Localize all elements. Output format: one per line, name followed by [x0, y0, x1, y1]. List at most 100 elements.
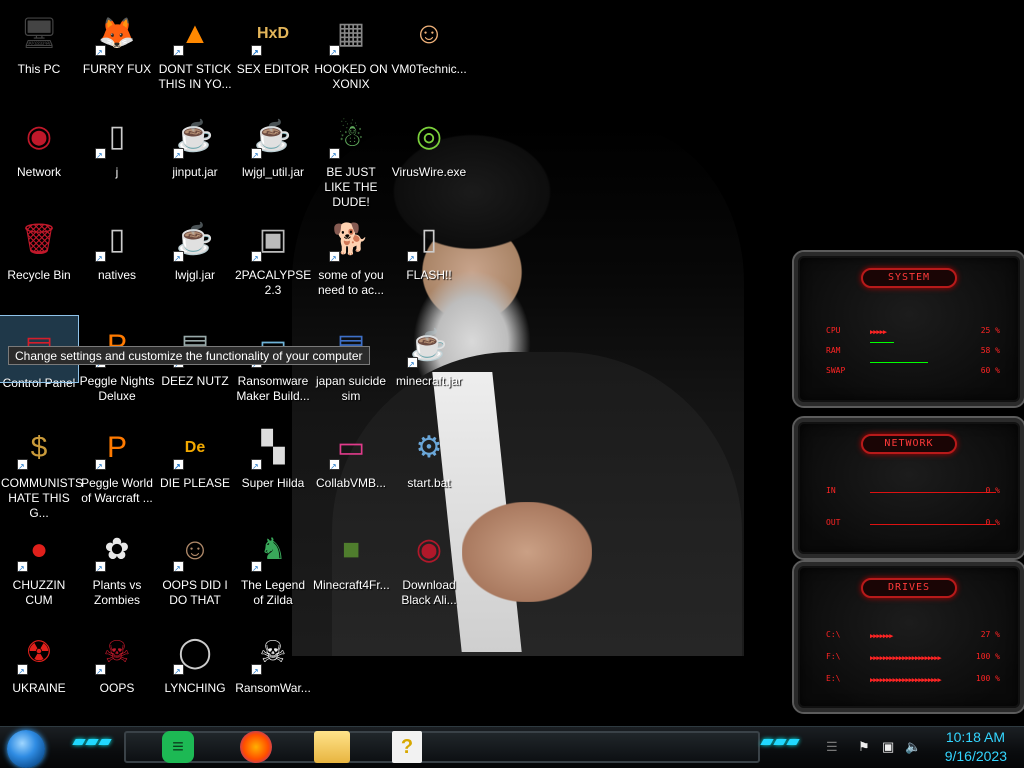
- skull-monitor-icon: ☠: [93, 629, 141, 677]
- drive-e-value: 100 %: [975, 674, 1000, 683]
- desktop-icon-natives[interactable]: ▯ natives: [78, 208, 156, 283]
- desktop-icon-label: Recycle Bin: [7, 268, 71, 282]
- desktop-icon-label: Control Panel: [2, 376, 76, 390]
- net-in-value: 0 %: [985, 486, 1000, 495]
- desktop-icon-label: VM0Technic...: [391, 62, 467, 76]
- desktop-icon-hooked-on-xonix[interactable]: ▦ HOOKED ON XONIX: [312, 2, 390, 92]
- desktop-icon-communists-hate-this-g[interactable]: $COMMUNISTS HATE THIS G...: [0, 416, 83, 521]
- desktop-icon-this-pc[interactable]: 🖥 This PC: [0, 2, 78, 77]
- desktop-icon-label: CHUZZIN CUM: [12, 578, 66, 607]
- desktop-icon-label: jinput.jar: [172, 165, 218, 179]
- desktop-icon-ransomwar[interactable]: ☠ RansomWar...: [234, 621, 312, 696]
- desktop-icon-label: DONT STICK THIS IN YO...: [158, 62, 232, 91]
- desktop-icon-lwjgl-jar[interactable]: ☕ lwjgl.jar: [156, 208, 234, 283]
- desktop-icon-sex-editor[interactable]: HxD SEX EDITOR: [234, 2, 312, 77]
- desktop-icon-label: FURRY FUX: [82, 62, 152, 76]
- clock-time[interactable]: 10:18 AM: [946, 729, 1005, 745]
- desktop-icon-label: FLASH!!: [406, 268, 452, 282]
- pixel-game-icon: ▚: [249, 424, 297, 472]
- desktop-icon-vm0technic[interactable]: ☺ VM0Technic...: [390, 2, 468, 77]
- desktop-icon-2pacalypse-2-3[interactable]: ▣ 2PACALYPSE 2.3: [234, 208, 312, 298]
- desktop-icon-minecraft-jar[interactable]: ☕ minecraft.jar: [390, 314, 468, 389]
- start-button[interactable]: [7, 730, 45, 768]
- show-hidden-icons[interactable]: ☰: [826, 739, 838, 755]
- recycle-bin-icon: 🗑: [19, 223, 59, 256]
- drives-panel: DRIVES C:\ ▶▶▶▶▶▶▶ 27 % F:\ ▶▶▶▶▶▶▶▶▶▶▶▶…: [792, 560, 1024, 714]
- desktop-icon-super-hilda[interactable]: ▚ Super Hilda: [234, 416, 312, 491]
- desktop-icon-j[interactable]: ▯j: [78, 105, 156, 180]
- desktop-icon-plants-vs-zombies[interactable]: ✿ Plants vs Zombies: [78, 518, 156, 608]
- desktop-icon-label: VirusWire.exe: [391, 165, 467, 179]
- taskbar-decoration-left: [72, 739, 112, 747]
- portrait-icon: ☺: [171, 526, 219, 574]
- desktop-icon-the-legend-of-zilda[interactable]: ♞ The Legend of Zilda: [234, 518, 312, 608]
- desktop-icon-be-just-like-the-dude[interactable]: ☃BE JUST LIKE THE DUDE!: [312, 105, 390, 210]
- desktop-icon-start-bat[interactable]: ⚙ start.bat: [390, 416, 468, 491]
- desktop-icon-collabvmb[interactable]: ▭ CollabVMB...: [312, 416, 390, 491]
- desktop-icon-label: j: [115, 165, 119, 179]
- desktop-icon-download-black-ali[interactable]: ◉ Download Black Ali...: [390, 518, 468, 608]
- desktop-icon-chuzzin-cum[interactable]: ● CHUZZIN CUM: [0, 518, 78, 608]
- desktop-icon-some-of-you-need-to-ac[interactable]: 🐕 some of you need to ac...: [312, 208, 390, 298]
- desktop-icon-network[interactable]: ◉ Network: [0, 105, 78, 180]
- alienware-icon: ◉: [415, 533, 443, 566]
- system-panel-title: SYSTEM: [861, 268, 957, 288]
- desktop-icon-label: Ransomware Maker Build...: [236, 374, 310, 403]
- desktop-icon-peggle-world-of-warcraft[interactable]: P Peggle World of Warcraft ...: [78, 416, 156, 506]
- firefox-icon[interactable]: [240, 731, 272, 763]
- desktop-icon-flash[interactable]: ▯ FLASH!!: [390, 208, 468, 283]
- drive-f-bar: ▶▶▶▶▶▶▶▶▶▶▶▶▶▶▶▶▶▶▶▶▶▶: [870, 654, 942, 662]
- desktop-icon-label: OOPS: [99, 681, 135, 695]
- desktop-icon-label: Peggle Nights Deluxe: [79, 374, 155, 403]
- file-icon: ▯: [405, 216, 453, 264]
- desktop-icon-dont-stick-this-in-yo[interactable]: ▲ DONT STICK THIS IN YO...: [156, 2, 234, 92]
- java-icon: ☕: [171, 216, 219, 264]
- rope-icon: ◯: [171, 629, 219, 677]
- desktop-icon-die-please[interactable]: De DIE PLEASE: [156, 416, 234, 491]
- desktop-icon-minecraft4fr[interactable]: ■ Minecraft4Fr...: [312, 518, 390, 593]
- desktop-icon-lwjgl-util-jar[interactable]: ☕ lwjgl_util.jar: [234, 105, 312, 180]
- drive-f-value: 100 %: [975, 652, 1000, 661]
- file-explorer-icon[interactable]: [314, 731, 350, 763]
- desktop-icon-label: SEX EDITOR: [236, 62, 310, 76]
- clock-date[interactable]: 9/16/2023: [945, 748, 1007, 764]
- drive-f-row: F:\ ▶▶▶▶▶▶▶▶▶▶▶▶▶▶▶▶▶▶▶▶▶▶ 100 %: [826, 652, 1000, 664]
- desktop-icon-oops-did-i-do-that[interactable]: ☺ OOPS DID I DO THAT: [156, 518, 234, 608]
- elf-icon: ☃: [327, 113, 375, 161]
- peggle-icon: P: [93, 424, 141, 472]
- desktop-icon-viruswire-exe[interactable]: ◎ VirusWire.exe: [390, 105, 468, 180]
- cpu-label: CPU: [826, 326, 841, 335]
- desktop-icon-recycle-bin[interactable]: 🗑 Recycle Bin: [0, 208, 78, 283]
- taskbar-app-frame: [124, 731, 760, 763]
- system-panel: SYSTEM CPU ▶▶▶▶▶ 25 % RAM 58 % SWAP 60 %: [792, 250, 1024, 408]
- xonix-icon: ▦: [327, 10, 375, 58]
- grass-block-icon: ■: [341, 533, 361, 566]
- ram-graph: [870, 342, 894, 343]
- help-document-icon[interactable]: ?: [392, 731, 422, 763]
- desktop-icon-label: OOPS DID I DO THAT: [162, 578, 228, 607]
- desktop-icon-label: natives: [97, 268, 137, 282]
- desktop-icon-furry-fux[interactable]: 🦊 FURRY FUX: [78, 2, 156, 77]
- link-icon: ♞: [249, 526, 297, 574]
- desktop-icon-jinput-jar[interactable]: ☕ jinput.jar: [156, 105, 234, 180]
- cpu-value: 25 %: [980, 326, 1000, 335]
- flag-icon[interactable]: ⚑: [858, 739, 870, 755]
- desktop-icon-label: 2PACALYPSE 2.3: [235, 268, 312, 297]
- desktop-icon-label: Peggle World of Warcraft ...: [81, 476, 153, 505]
- volume-icon[interactable]: 🔈: [905, 739, 921, 755]
- chuzzle-icon: ●: [15, 526, 63, 574]
- network-tray-icon[interactable]: ▣: [882, 739, 894, 755]
- taskbar: ≡ ? ☰ ⚑ ▣ 🔈 10:18 AM 9/16/2023: [0, 726, 1024, 768]
- die-logo-icon: De: [171, 424, 219, 472]
- desktop-icon-ukraine[interactable]: ☢ UKRAINE: [0, 621, 78, 696]
- limewire-icon: ◎: [415, 120, 443, 153]
- net-in-label: IN: [826, 486, 836, 495]
- drive-c-row: C:\ ▶▶▶▶▶▶▶ 27 %: [826, 630, 1000, 642]
- desktop-icon-oops[interactable]: ☠ OOPS: [78, 621, 156, 696]
- drives-panel-title: DRIVES: [861, 578, 957, 598]
- desktop-icon-lynching[interactable]: ◯ LYNCHING: [156, 621, 234, 696]
- computer-icon: 🖥: [19, 17, 59, 50]
- drive-c-value: 27 %: [980, 630, 1000, 639]
- notes-app-icon[interactable]: ≡: [162, 731, 194, 763]
- ram-label: RAM: [826, 346, 841, 355]
